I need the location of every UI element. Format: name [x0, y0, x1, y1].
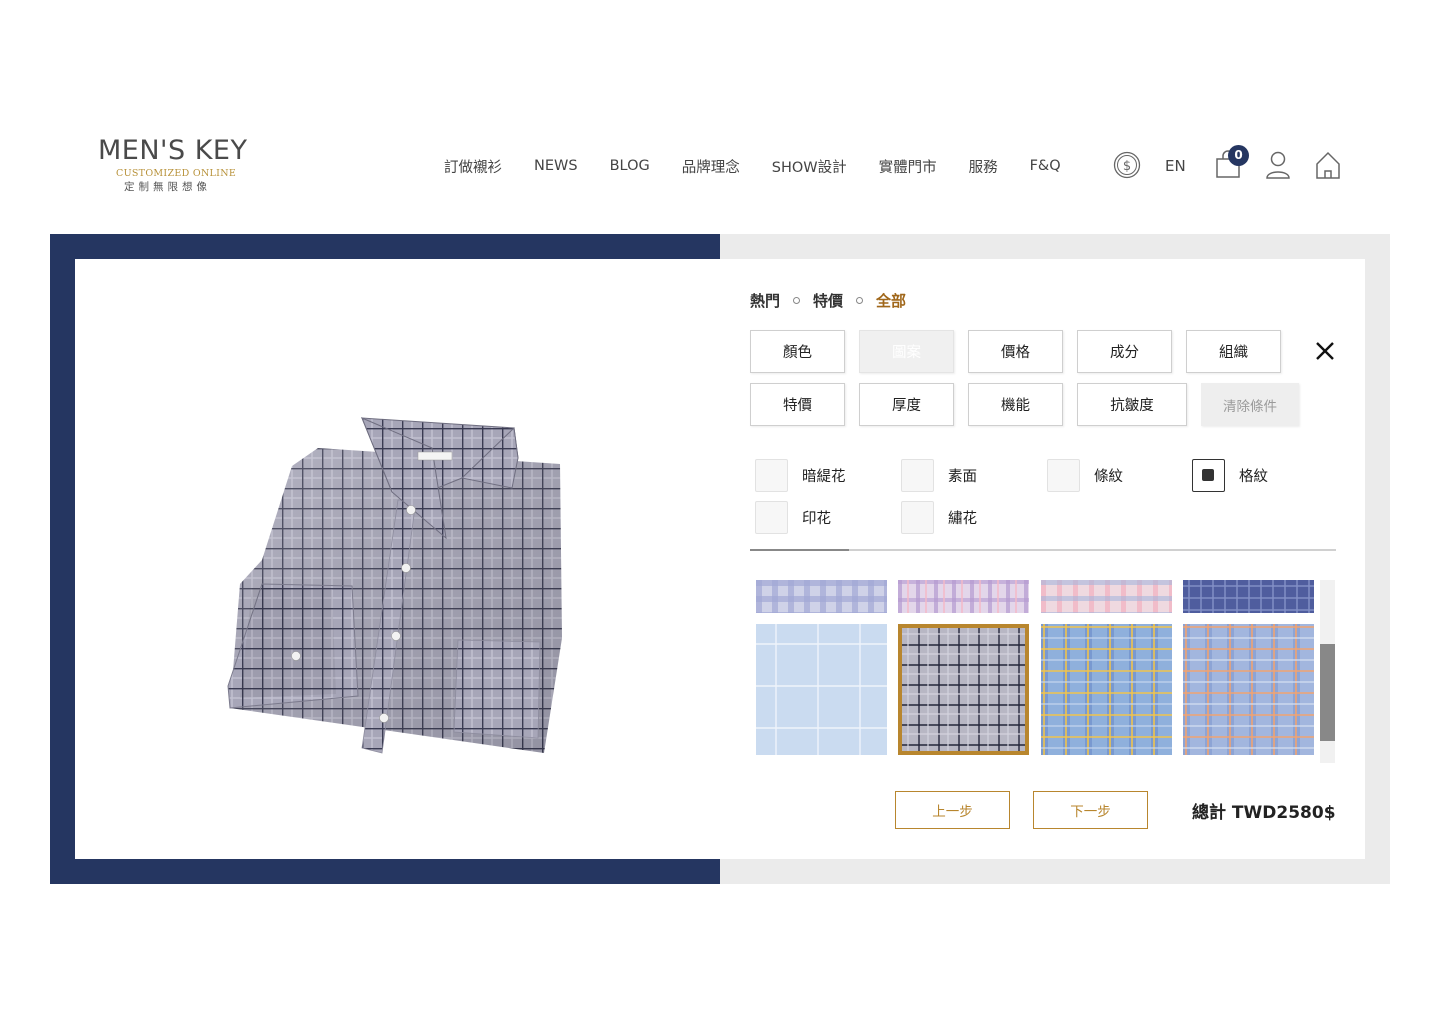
- filter-composition-button[interactable]: 成分: [1077, 330, 1172, 373]
- nav-stores[interactable]: 實體門市: [879, 156, 937, 177]
- filter-sale-button[interactable]: 特價: [750, 383, 845, 426]
- divider: [750, 549, 1336, 551]
- filter-pattern-button[interactable]: 圖案: [859, 330, 954, 373]
- nav-blog[interactable]: BLOG: [610, 158, 650, 174]
- checkbox[interactable]: [901, 501, 934, 534]
- fabric-swatch[interactable]: [756, 580, 887, 613]
- swatch-scrollbar-thumb[interactable]: [1320, 644, 1335, 741]
- nav-show-design[interactable]: SHOW設計: [772, 156, 847, 177]
- fabric-swatch[interactable]: [898, 580, 1029, 613]
- shirt-preview: [222, 408, 567, 758]
- nav-services[interactable]: 服務: [969, 156, 998, 177]
- checkbox[interactable]: [1047, 459, 1080, 492]
- logo-slogan: 定制無限想像: [124, 181, 211, 193]
- filter-wrinkle-button[interactable]: 抗皺度: [1077, 383, 1187, 426]
- checkbox-checked[interactable]: [1192, 459, 1225, 492]
- logo-tagline: CUSTOMIZED ONLINE: [116, 168, 237, 179]
- checkbox[interactable]: [755, 501, 788, 534]
- fabric-swatch[interactable]: [1183, 580, 1314, 613]
- checkbox[interactable]: [755, 459, 788, 492]
- fabric-swatch[interactable]: [756, 624, 887, 755]
- logo-brand-text: MEN'S KEY: [98, 135, 248, 166]
- option-label: 暗緹花: [802, 469, 846, 485]
- pattern-option-stripe[interactable]: 條紋: [1047, 459, 1123, 492]
- main-nav: 訂做襯衫 NEWS BLOG 品牌理念 SHOW設計 實體門市 服務 F&Q: [428, 152, 1077, 180]
- fabric-swatch[interactable]: [1041, 624, 1172, 755]
- tab-popular[interactable]: 熱門: [750, 290, 780, 311]
- option-label: 素面: [948, 469, 977, 485]
- nav-brand-concept[interactable]: 品牌理念: [682, 156, 740, 177]
- filter-color-button[interactable]: 顏色: [750, 330, 845, 373]
- option-label: 條紋: [1094, 469, 1123, 485]
- pattern-option-check[interactable]: 格紋: [1192, 459, 1268, 492]
- next-step-button[interactable]: 下一步: [1033, 791, 1148, 829]
- pattern-option-embroidery[interactable]: 繡花: [901, 501, 977, 534]
- tab-all[interactable]: 全部: [876, 290, 906, 311]
- tab-sale[interactable]: 特價: [813, 290, 843, 311]
- option-label: 印花: [802, 511, 831, 527]
- close-icon[interactable]: [1312, 338, 1338, 364]
- nav-faq[interactable]: F&Q: [1030, 158, 1061, 174]
- currency-icon[interactable]: $: [1113, 151, 1141, 179]
- svg-text:$: $: [1123, 159, 1131, 174]
- home-icon[interactable]: [1314, 150, 1342, 180]
- account-icon[interactable]: [1265, 150, 1291, 180]
- filter-function-button[interactable]: 機能: [968, 383, 1063, 426]
- nav-news[interactable]: NEWS: [534, 158, 578, 174]
- option-label: 格紋: [1239, 469, 1268, 485]
- fabric-swatch[interactable]: [1183, 624, 1314, 755]
- total-price: 總計 TWD2580$: [1192, 803, 1336, 823]
- filter-price-button[interactable]: 價格: [968, 330, 1063, 373]
- category-tabs: 熱門 特價 全部: [750, 290, 906, 311]
- brand-logo[interactable]: MEN'S KEY CUSTOMIZED ONLINE 定制無限想像: [98, 134, 258, 198]
- checkbox[interactable]: [901, 459, 934, 492]
- prev-step-button[interactable]: 上一步: [895, 791, 1010, 829]
- fabric-swatch-selected[interactable]: [898, 624, 1029, 755]
- fabric-swatch[interactable]: [1041, 580, 1172, 613]
- nav-custom-shirt[interactable]: 訂做襯衫: [444, 156, 502, 177]
- language-toggle[interactable]: EN: [1165, 157, 1186, 175]
- option-label: 繡花: [948, 511, 977, 527]
- clear-filters-button[interactable]: 清除條件: [1201, 383, 1299, 426]
- cart-count-badge: 0: [1228, 145, 1249, 166]
- tab-separator: [856, 297, 864, 304]
- pattern-option-solid[interactable]: 素面: [901, 459, 977, 492]
- pattern-option-print[interactable]: 印花: [755, 501, 831, 534]
- filter-weave-button[interactable]: 組織: [1186, 330, 1281, 373]
- tab-separator: [793, 297, 801, 304]
- filter-thickness-button[interactable]: 厚度: [859, 383, 954, 426]
- pattern-option-jacquard[interactable]: 暗緹花: [755, 459, 846, 492]
